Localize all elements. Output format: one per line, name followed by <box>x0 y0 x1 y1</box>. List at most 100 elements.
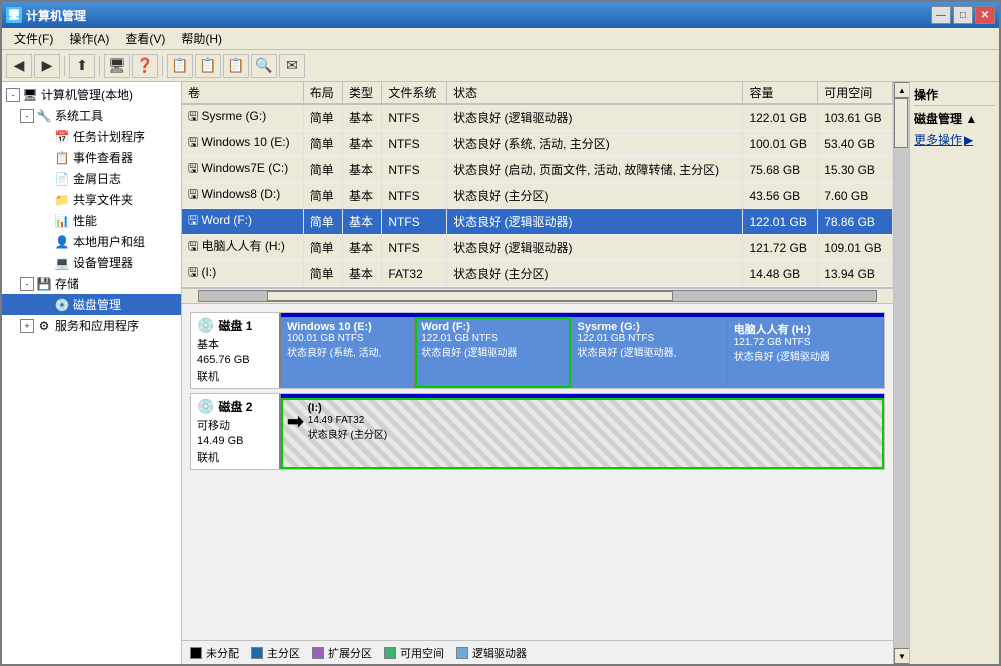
disk-1-partitions: Windows 10 (E:) 100.01 GB NTFS 状态良好 (系统,… <box>281 317 884 388</box>
tree-root[interactable]: - 🖥 计算机管理(本地) <box>2 84 181 105</box>
tree-device-mgr-label: 设备管理器 <box>73 254 133 271</box>
tree-item-system-tools[interactable]: - 🔧 系统工具 <box>2 105 181 126</box>
scroll-down-button[interactable]: ▼ <box>894 648 910 664</box>
help-button[interactable]: ❓ <box>132 54 158 78</box>
computer-icon: 🖥 <box>22 87 38 103</box>
disk-1-size: 465.76 GB <box>197 354 273 366</box>
shared-folders-icon: 📄 <box>54 171 70 187</box>
cell-fs: NTFS <box>382 131 447 157</box>
horizontal-scrollbar[interactable] <box>182 288 893 304</box>
partition-win10[interactable]: Windows 10 (E:) 100.01 GB NTFS 状态良好 (系统,… <box>281 317 415 388</box>
cell-type: 基本 <box>343 131 382 157</box>
cell-layout: 简单 <box>303 131 342 157</box>
tree-item-disk-mgmt[interactable]: 💿 磁盘管理 <box>2 294 181 315</box>
tree-expand-system[interactable]: - <box>20 109 34 123</box>
scroll-up-button[interactable]: ▲ <box>894 82 910 98</box>
tree-item-storage[interactable]: - 💾 存储 <box>2 273 181 294</box>
legend-logical: 逻辑驱动器 <box>456 645 527 661</box>
table-row[interactable]: 🖫 (I:) 简单 基本 FAT32 状态良好 (主分区) 14.48 GB 1… <box>182 261 893 287</box>
cell-fs: NTFS <box>382 183 447 209</box>
export-button[interactable]: 📋 <box>167 54 193 78</box>
disk-view-area: 💿 磁盘 1 基本 465.76 GB 联机 Windows 10 (E:) 1… <box>182 304 893 640</box>
col-layout: 布局 <box>303 82 342 104</box>
scroll-track[interactable] <box>894 98 909 648</box>
table-row[interactable]: 🖫 Windows 10 (E:) 简单 基本 NTFS 状态良好 (系统, 活… <box>182 131 893 157</box>
tree-expand-services[interactable]: + <box>20 319 34 333</box>
mail-button[interactable]: ✉ <box>279 54 305 78</box>
find-button[interactable]: 🔍 <box>251 54 277 78</box>
tree-shared-folders-label: 金屑日志 <box>73 170 121 187</box>
shared-icon: 📁 <box>54 192 70 208</box>
computer-button[interactable]: 🖥 <box>104 54 130 78</box>
services-icon: ⚙ <box>36 318 52 334</box>
cell-size: 43.56 GB <box>743 183 818 209</box>
minimize-button[interactable]: — <box>931 6 951 24</box>
menu-help[interactable]: 帮助(H) <box>173 28 230 49</box>
storage-icon: 💾 <box>36 276 52 292</box>
left-tree-panel: - 🖥 计算机管理(本地) - 🔧 系统工具 📅 任务计划程序 📋 事件查看器 <box>2 82 182 664</box>
toolbar: ◀ ▶ ⬆ 🖥 ❓ 📋 📋 📋 🔍 ✉ <box>2 50 999 82</box>
maximize-button[interactable]: □ <box>953 6 973 24</box>
menu-action[interactable]: 操作(A) <box>61 28 117 49</box>
table-row[interactable]: 🖫 电脑人人有 (H:) 简单 基本 NTFS 状态良好 (逻辑驱动器) 121… <box>182 235 893 261</box>
legend-box-primary <box>251 647 263 659</box>
scroll-thumb[interactable] <box>894 98 908 148</box>
cell-free: 53.40 GB <box>818 131 893 157</box>
tree-item-event-viewer[interactable]: 📋 事件查看器 <box>2 147 181 168</box>
copy-button[interactable]: 📋 <box>195 54 221 78</box>
ops-more-actions[interactable]: 更多操作 ▶ <box>914 131 995 148</box>
cell-status: 状态良好 (系统, 活动, 主分区) <box>447 131 743 157</box>
cell-volume: 🖫 Word (F:) <box>182 209 303 235</box>
legend-box-free <box>384 647 396 659</box>
table-row[interactable]: 🖫 Sysrme (G:) 简单 基本 NTFS 状态良好 (逻辑驱动器) 12… <box>182 104 893 131</box>
disk-1-info: 💿 磁盘 1 基本 465.76 GB 联机 <box>191 313 281 388</box>
tree-item-services[interactable]: + ⚙ 服务和应用程序 <box>2 315 181 336</box>
tree-item-performance[interactable]: 📊 性能 <box>2 210 181 231</box>
close-button[interactable]: ✕ <box>975 6 995 24</box>
app-icon: 🖥 <box>6 7 22 23</box>
menu-file[interactable]: 文件(F) <box>6 28 61 49</box>
partition-word[interactable]: Word (F:) 122.01 GB NTFS 状态良好 (逻辑驱动器 <box>415 317 571 388</box>
tree-root-label: 计算机管理(本地) <box>41 86 133 103</box>
tree-storage-label: 存储 <box>55 275 79 292</box>
cell-size: 122.01 GB <box>743 104 818 131</box>
partition-diannao[interactable]: 电脑人人有 (H:) 121.72 GB NTFS 状态良好 (逻辑驱动器 <box>728 317 884 388</box>
back-button[interactable]: ◀ <box>6 54 32 78</box>
title-bar: 🖥 计算机管理 — □ ✕ <box>2 2 999 28</box>
local-users-icon: 👤 <box>54 234 70 250</box>
disk-1-status: 联机 <box>197 368 273 384</box>
up-button[interactable]: ⬆ <box>69 54 95 78</box>
right-scrollbar[interactable]: ▲ ▼ <box>893 82 909 664</box>
toolbar-separator-1 <box>64 56 65 76</box>
tree-item-local-users[interactable]: 👤 本地用户和组 <box>2 231 181 252</box>
cell-type: 基本 <box>343 209 382 235</box>
partition-sysrme[interactable]: Sysrme (G:) 122.01 GB NTFS 状态良好 (逻辑驱动器, <box>571 317 727 388</box>
tree-event-viewer-label: 事件查看器 <box>73 149 133 166</box>
cell-volume: 🖫 电脑人人有 (H:) <box>182 235 303 261</box>
cell-status: 状态良好 (主分区) <box>447 261 743 287</box>
forward-button[interactable]: ▶ <box>34 54 60 78</box>
window-title: 计算机管理 <box>26 7 86 24</box>
tree-item-shared[interactable]: 📁 共享文件夹 <box>2 189 181 210</box>
legend-free: 可用空间 <box>384 645 444 661</box>
tree-system-tools-label: 系统工具 <box>55 107 103 124</box>
partition-i-drive[interactable]: ➡ (I:) 14.49 FAT32 状态良好 (主分区) <box>281 398 884 469</box>
table-row[interactable]: 🖫 Word (F:) 简单 基本 NTFS 状态良好 (逻辑驱动器) 122.… <box>182 209 893 235</box>
table-row[interactable]: 🖫 Windows8 (D:) 简单 基本 NTFS 状态良好 (主分区) 43… <box>182 183 893 209</box>
tree-item-device-mgr[interactable]: 💻 设备管理器 <box>2 252 181 273</box>
cell-volume: 🖫 Sysrme (G:) <box>182 104 303 131</box>
disk-table-area[interactable]: 卷 布局 类型 文件系统 状态 容量 可用空间 🖫 Sysrme (G:) 简单… <box>182 82 893 288</box>
event-viewer-icon: 📋 <box>54 150 70 166</box>
cell-type: 基本 <box>343 104 382 131</box>
legend-bar: 未分配 主分区 扩展分区 可用空间 逻辑驱动器 <box>182 640 893 664</box>
paste-button[interactable]: 📋 <box>223 54 249 78</box>
cell-type: 基本 <box>343 235 382 261</box>
menu-view[interactable]: 查看(V) <box>117 28 173 49</box>
tree-expand-root[interactable]: - <box>6 88 20 102</box>
tree-item-shared-folders[interactable]: 📄 金屑日志 <box>2 168 181 189</box>
right-panel: 卷 布局 类型 文件系统 状态 容量 可用空间 🖫 Sysrme (G:) 简单… <box>182 82 893 664</box>
tree-item-task-scheduler[interactable]: 📅 任务计划程序 <box>2 126 181 147</box>
tree-expand-storage[interactable]: - <box>20 277 34 291</box>
table-row[interactable]: 🖫 Windows7E (C:) 简单 基本 NTFS 状态良好 (启动, 页面… <box>182 157 893 183</box>
cell-free: 7.60 GB <box>818 183 893 209</box>
